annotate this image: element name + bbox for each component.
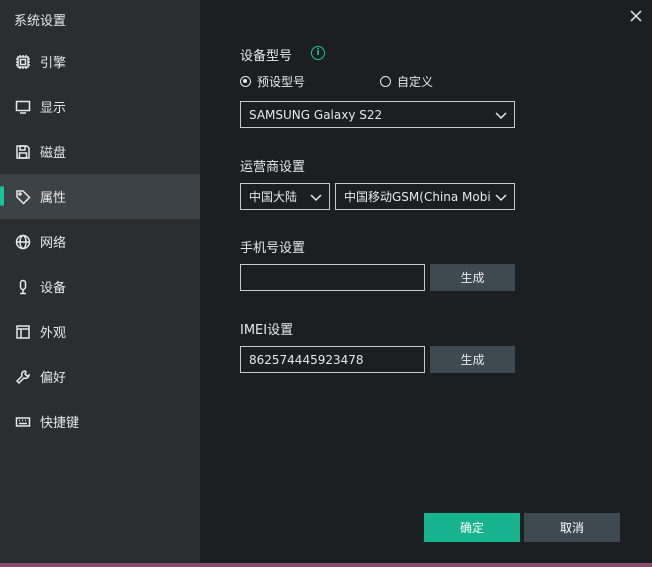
sidebar-item-shortcuts[interactable]: 快捷键 [0,399,200,444]
sidebar-item-label: 引擎 [40,56,67,71]
tag-icon [14,188,32,206]
close-icon [630,10,642,22]
region-select-value: 中国大陆 [249,190,298,204]
imei-generate-button[interactable]: 生成 [430,346,515,373]
device-model-label: 设备型号 [240,49,293,64]
sidebar-item-label: 显示 [40,101,67,116]
model-select[interactable]: SAMSUNG Galaxy S22 [240,101,515,128]
radio-indicator-checked [240,76,251,87]
chevron-down-icon [494,108,508,122]
window-icon [14,323,32,341]
phone-label: 手机号设置 [240,241,306,256]
radio-preset-label: 预设型号 [257,75,306,89]
sidebar-item-network[interactable]: 网络 [0,219,200,264]
cancel-button[interactable]: 取消 [524,513,620,542]
chevron-down-icon [494,190,508,204]
keyboard-icon [14,413,32,431]
sidebar-item-label: 偏好 [40,371,67,386]
radio-indicator [380,76,391,87]
imei-input[interactable] [240,346,425,373]
chevron-down-icon [309,190,323,204]
radio-preset-model[interactable]: 预设型号 [240,73,305,90]
sidebar-item-preferences[interactable]: 偏好 [0,354,200,399]
sidebar-item-label: 属性 [40,191,67,206]
globe-icon [14,233,32,251]
info-icon[interactable]: i [311,46,325,60]
model-select-value: SAMSUNG Galaxy S22 [249,107,383,122]
radio-custom-label: 自定义 [397,75,434,89]
sidebar-item-label: 网络 [40,236,67,251]
sidebar-item-label: 磁盘 [40,146,67,161]
sidebar-item-appearance[interactable]: 外观 [0,309,200,354]
operator-select-value: 中国移动GSM(China Mobi [344,190,490,204]
monitor-icon [14,98,32,116]
window-title: 系统设置 [14,14,67,29]
save-icon [14,143,32,161]
bottom-edge-strip [0,563,652,567]
region-select[interactable]: 中国大陆 [240,183,330,210]
operator-select[interactable]: 中国移动GSM(China Mobi [335,183,515,210]
sidebar-item-disk[interactable]: 磁盘 [0,129,200,174]
sidebar-nav: 引擎 显示 磁盘 属性 网络 设备 外观 偏好 快捷键 [0,39,200,444]
confirm-button[interactable]: 确定 [424,513,520,542]
chip-icon [14,53,32,71]
sidebar-item-engine[interactable]: 引擎 [0,39,200,84]
sidebar-item-label: 设备 [40,281,67,296]
sidebar-item-properties[interactable]: 属性 [0,174,200,219]
sidebar-item-label: 外观 [40,326,67,341]
sidebar-item-display[interactable]: 显示 [0,84,200,129]
sidebar-item-label: 快捷键 [40,416,80,431]
microphone-icon [14,278,32,296]
sidebar: 系统设置 引擎 显示 磁盘 属性 网络 设备 外观 偏好 快捷键 [0,0,200,563]
close-button[interactable] [626,6,646,26]
radio-custom-model[interactable]: 自定义 [380,73,433,90]
carrier-label: 运营商设置 [240,160,306,175]
imei-label: IMEI设置 [240,323,294,338]
sidebar-item-device[interactable]: 设备 [0,264,200,309]
wrench-icon [14,368,32,386]
phone-number-input[interactable] [240,264,425,291]
phone-generate-button[interactable]: 生成 [430,264,515,291]
